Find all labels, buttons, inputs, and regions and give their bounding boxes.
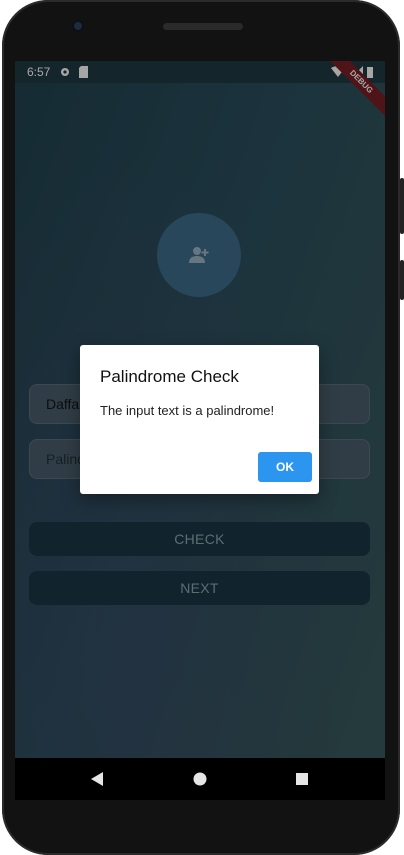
recents-square-icon[interactable] <box>293 770 311 788</box>
palindrome-dialog: Palindrome Check The input text is a pal… <box>80 345 319 494</box>
navigation-bar <box>15 758 385 800</box>
dialog-message: The input text is a palindrome! <box>100 403 275 418</box>
earpiece-speaker <box>163 23 243 30</box>
front-camera <box>72 20 84 32</box>
power-button <box>400 260 404 300</box>
ok-button[interactable]: OK <box>258 452 312 482</box>
phone-frame: 6:57 DEBUG Daffa Palind CHECK NEXT Palin… <box>0 0 404 855</box>
back-triangle-icon[interactable] <box>89 770 107 788</box>
volume-button <box>400 178 404 234</box>
home-circle-icon[interactable] <box>191 770 209 788</box>
app-screen: 6:57 DEBUG Daffa Palind CHECK NEXT Palin… <box>15 61 385 758</box>
dialog-title: Palindrome Check <box>100 367 239 386</box>
